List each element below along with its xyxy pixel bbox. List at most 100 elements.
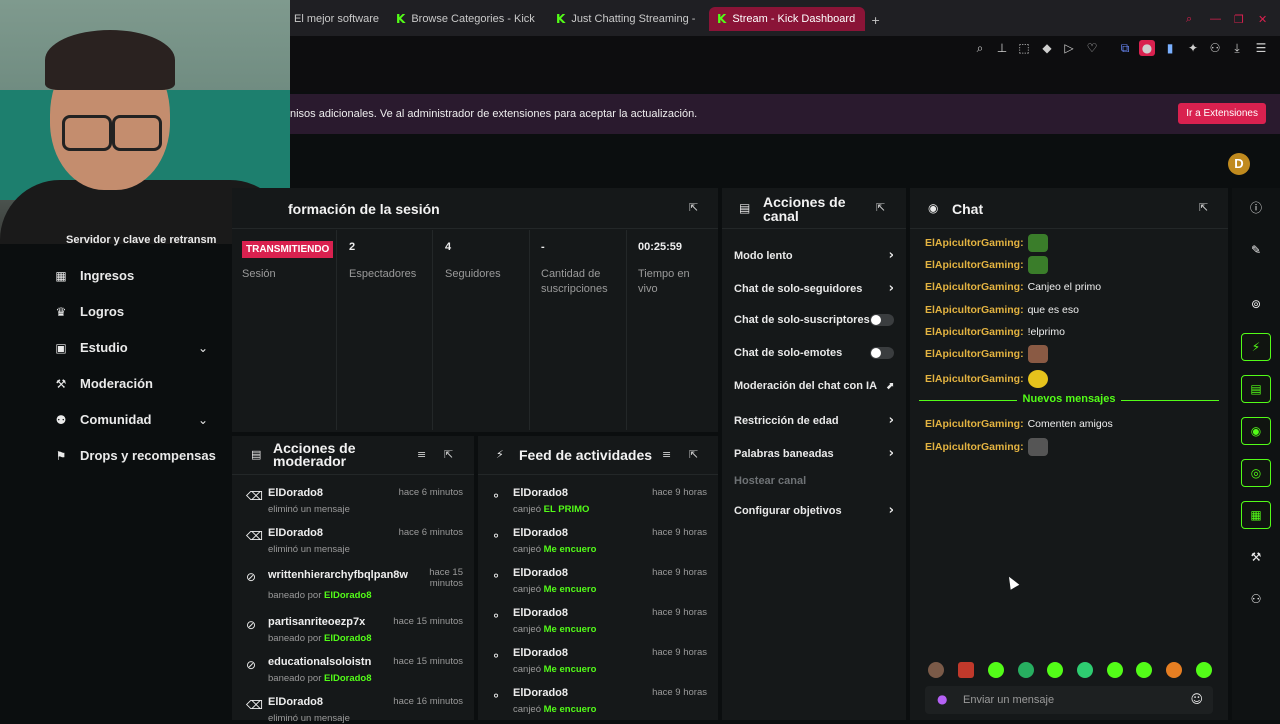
feed-row-user[interactable]: ElDorado8: [513, 487, 568, 499]
shield-icon[interactable]: ◆: [1039, 40, 1055, 56]
emote-quick-icon[interactable]: [988, 662, 1004, 678]
sidebar-item-comunidad[interactable]: ⚉ Comunidad: [54, 412, 152, 427]
feed-row-desc: canjeó EL PRIMO: [513, 504, 707, 515]
chat-username[interactable]: ElApicultorGaming:: [925, 441, 1024, 453]
chat-icon[interactable]: ◉: [1241, 417, 1271, 445]
filter-icon[interactable]: ≡: [417, 448, 426, 461]
chat-username[interactable]: ElApicultorGaming:: [925, 348, 1024, 360]
chart-icon: ▦: [55, 268, 67, 283]
chat-username[interactable]: ElApicultorGaming:: [925, 304, 1024, 316]
link-icon[interactable]: ⧉: [1117, 40, 1133, 56]
mod-row-user[interactable]: educationalsoloistn: [268, 656, 371, 668]
mod-row-by[interactable]: ElDorado8: [324, 673, 372, 684]
sidebar-item-moderacion[interactable]: ⚒ Moderación: [54, 376, 153, 391]
chat-message: ElApicultorGaming:: [925, 345, 1048, 363]
sidebar-item-stream-key[interactable]: Servidor y clave de retransm: [66, 234, 232, 246]
popout-icon[interactable]: ⇱: [444, 448, 453, 461]
action-moderacion-ia[interactable]: Moderación del chat con IA ⬈: [734, 380, 894, 392]
tab-kick-dashboard[interactable]: K Stream - Kick Dashboard: [709, 7, 865, 31]
new-messages-divider[interactable]: Nuevos mensajes: [919, 392, 1219, 408]
extension-active-icon[interactable]: ●: [1139, 40, 1155, 56]
heart-icon[interactable]: ♡: [1084, 40, 1100, 56]
emote-quick-icon[interactable]: [958, 662, 974, 678]
mod-row-by[interactable]: ElDorado8: [324, 590, 372, 601]
puzzle-icon[interactable]: ✦: [1185, 40, 1201, 56]
tab-el-mejor-software[interactable]: El mejor software: [294, 8, 384, 30]
minimize-icon[interactable]: —: [1210, 8, 1221, 30]
edit-icon[interactable]: ✎: [1241, 236, 1271, 264]
emotes-only-toggle[interactable]: [870, 347, 894, 359]
mod-row-user[interactable]: ElDorado8: [268, 487, 323, 499]
layout-icon[interactable]: ▦: [1241, 501, 1271, 529]
chat-username[interactable]: ElApicultorGaming:: [925, 259, 1024, 271]
search-icon[interactable]: ⌕: [1186, 8, 1192, 30]
emote-quick-icon[interactable]: [1166, 662, 1182, 678]
pin-icon[interactable]: ⊥: [994, 40, 1010, 56]
popout-icon[interactable]: ⇱: [1199, 201, 1208, 214]
screenshot-icon[interactable]: ⬚: [1016, 40, 1032, 56]
microphone-icon[interactable]: ●: [937, 692, 947, 706]
chat-username[interactable]: ElApicultorGaming:: [925, 281, 1024, 293]
tab-browse-categories[interactable]: K Browse Categories - Kick: [396, 8, 541, 30]
profile-icon[interactable]: ⚇: [1207, 40, 1223, 56]
popout-icon[interactable]: ⇱: [689, 448, 698, 461]
avatar[interactable]: D: [1228, 153, 1250, 175]
list-icon[interactable]: ▤: [1241, 375, 1271, 403]
emote-quick-icon[interactable]: [928, 662, 944, 678]
action-configurar-objetivos[interactable]: Configurar objetivos ›: [734, 503, 894, 518]
action-modo-lento[interactable]: Modo lento ›: [734, 248, 894, 263]
camera-icon[interactable]: ⊚: [1241, 290, 1271, 318]
chat-username[interactable]: ElApicultorGaming:: [925, 418, 1024, 430]
mod-row-user[interactable]: partisanriteoezp7x: [268, 616, 365, 628]
restore-icon[interactable]: ❐: [1234, 8, 1244, 30]
chevron-down-icon[interactable]: ⌄: [198, 341, 208, 355]
action-restriccion-edad[interactable]: Restricción de edad ›: [734, 413, 894, 428]
sidebar-item-drops[interactable]: ⚑ Drops y recompensas: [54, 448, 216, 463]
emote-quick-icon[interactable]: [1018, 662, 1034, 678]
feed-row-user[interactable]: ElDorado8: [513, 687, 568, 699]
community-icon[interactable]: ⚇: [1241, 585, 1271, 613]
mod-row-user[interactable]: writtenhierarchyfbqlpan8w: [268, 569, 408, 581]
emote-quick-icon[interactable]: [1047, 662, 1063, 678]
feed-row-user[interactable]: ElDorado8: [513, 567, 568, 579]
tab-just-chatting[interactable]: K Just Chatting Streaming -: [556, 8, 698, 30]
zoom-icon[interactable]: ⌕: [972, 40, 988, 56]
mod-row-user[interactable]: ElDorado8: [268, 696, 323, 708]
info-icon[interactable]: ⓘ: [1241, 194, 1271, 222]
popout-icon[interactable]: ⇱: [689, 201, 698, 214]
emote-quick-icon[interactable]: [1196, 662, 1212, 678]
subscribers-only-toggle[interactable]: [870, 314, 894, 326]
chat-username[interactable]: ElApicultorGaming:: [925, 326, 1024, 338]
close-icon[interactable]: ✕: [1258, 8, 1267, 30]
filter-icon[interactable]: ≡: [662, 448, 671, 461]
feed-row-user[interactable]: ElDorado8: [513, 647, 568, 659]
play-icon[interactable]: ▷: [1061, 40, 1077, 56]
action-palabras-baneadas[interactable]: Palabras baneadas ›: [734, 446, 894, 461]
feed-row-user[interactable]: ElDorado8: [513, 527, 568, 539]
chat-input[interactable]: ● Enviar un mensaje ☺: [925, 686, 1213, 714]
new-tab-button[interactable]: +: [871, 9, 885, 31]
emote-quick-icon[interactable]: [1077, 662, 1093, 678]
chevron-down-icon[interactable]: ⌄: [198, 413, 208, 427]
lightning-icon[interactable]: ⚡: [1241, 333, 1271, 361]
emote-quick-icon[interactable]: [1107, 662, 1123, 678]
chat-username[interactable]: ElApicultorGaming:: [925, 237, 1024, 249]
channel-actions-title: Acciones de canal: [763, 194, 846, 224]
sidebar-item-estudio[interactable]: ▣ Estudio: [54, 340, 127, 355]
sidebar-item-logros[interactable]: ♛ Logros: [54, 304, 124, 319]
menu-icon[interactable]: ☰: [1253, 40, 1269, 56]
popout-icon[interactable]: ⇱: [876, 201, 885, 214]
go-to-extensions-button[interactable]: Ir a Extensiones: [1178, 103, 1266, 124]
chat-username[interactable]: ElApicultorGaming:: [925, 373, 1024, 385]
download-icon[interactable]: ⤓: [1229, 40, 1245, 56]
mod-row-user[interactable]: ElDorado8: [268, 527, 323, 539]
emoji-picker-icon[interactable]: ☺: [1190, 692, 1203, 706]
sidebar-item-ingresos[interactable]: ▦ Ingresos: [54, 268, 134, 283]
action-solo-seguidores[interactable]: Chat de solo-seguidores ›: [734, 281, 894, 296]
broadcast-icon[interactable]: ◎: [1241, 459, 1271, 487]
wrench-icon[interactable]: ⚒: [1241, 543, 1271, 571]
feed-row-user[interactable]: ElDorado8: [513, 607, 568, 619]
document-icon[interactable]: ▮: [1162, 40, 1178, 56]
emote-quick-icon[interactable]: [1136, 662, 1152, 678]
mod-row-by[interactable]: ElDorado8: [324, 633, 372, 644]
